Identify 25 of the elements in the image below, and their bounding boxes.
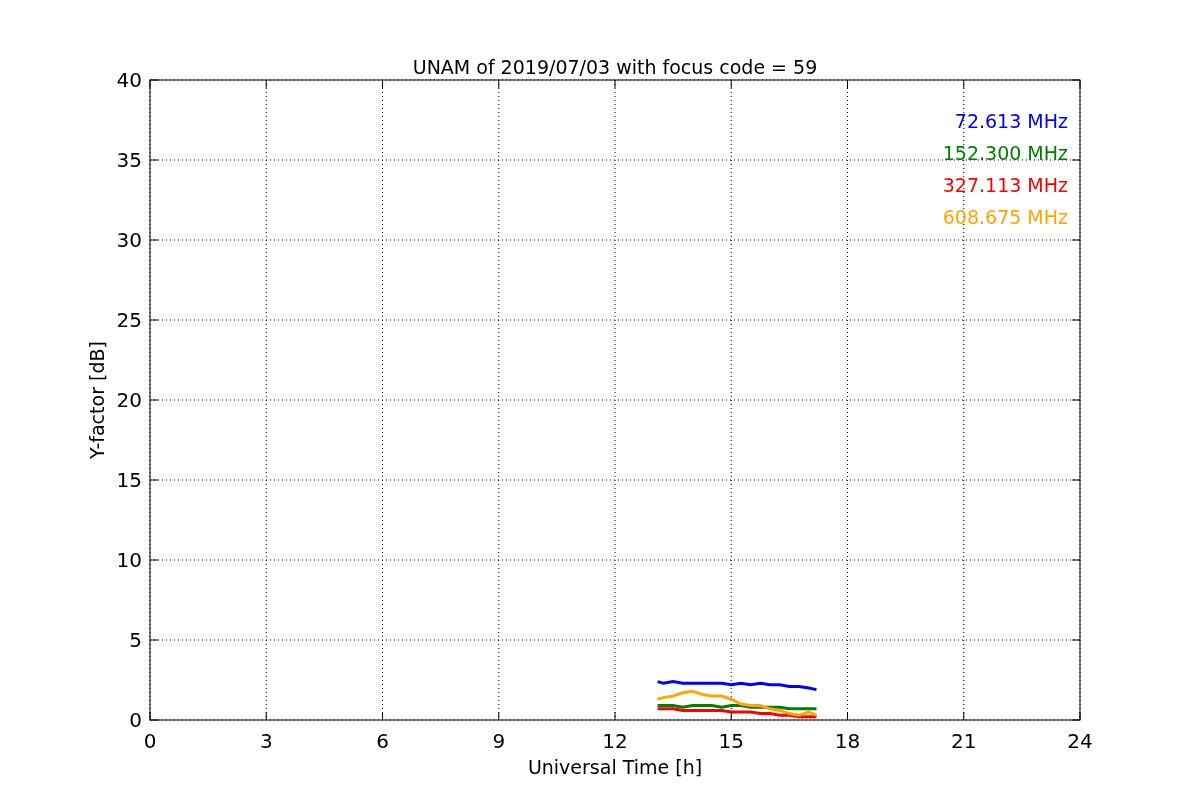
y-tick-label: 20 (116, 388, 142, 412)
x-tick-label: 3 (259, 729, 273, 753)
x-tick-label: 6 (376, 729, 389, 753)
x-tick-label: 12 (602, 729, 628, 753)
legend-label: 72.613 MHz (954, 110, 1068, 132)
x-tick-label: 9 (492, 729, 506, 753)
y-tick-label: 15 (116, 468, 142, 492)
legend-label: 152.300 MHz (942, 142, 1068, 164)
y-tick-label: 25 (116, 308, 142, 332)
x-tick-label: 21 (951, 729, 977, 753)
chart-title: UNAM of 2019/07/03 with focus code = 59 (412, 56, 818, 78)
x-tick-label: 18 (834, 729, 861, 753)
y-tick-label: 10 (116, 548, 142, 572)
x-tick-label: 15 (718, 729, 744, 753)
y-tick-label: 30 (116, 228, 142, 252)
legend-label: 608.675 MHz (942, 206, 1068, 228)
x-axis-label: Universal Time [h] (527, 756, 703, 778)
y-tick-label: 40 (116, 68, 142, 92)
x-tick-label: 24 (1067, 729, 1093, 753)
legend-label: 327.113 MHz (942, 174, 1068, 196)
y-tick-label: 0 (129, 708, 142, 732)
y-tick-label: 5 (129, 628, 142, 652)
x-tick-label: 0 (143, 729, 157, 753)
y-axis-label: Y-factor [dB] (86, 341, 108, 459)
y-tick-label: 35 (116, 148, 142, 172)
